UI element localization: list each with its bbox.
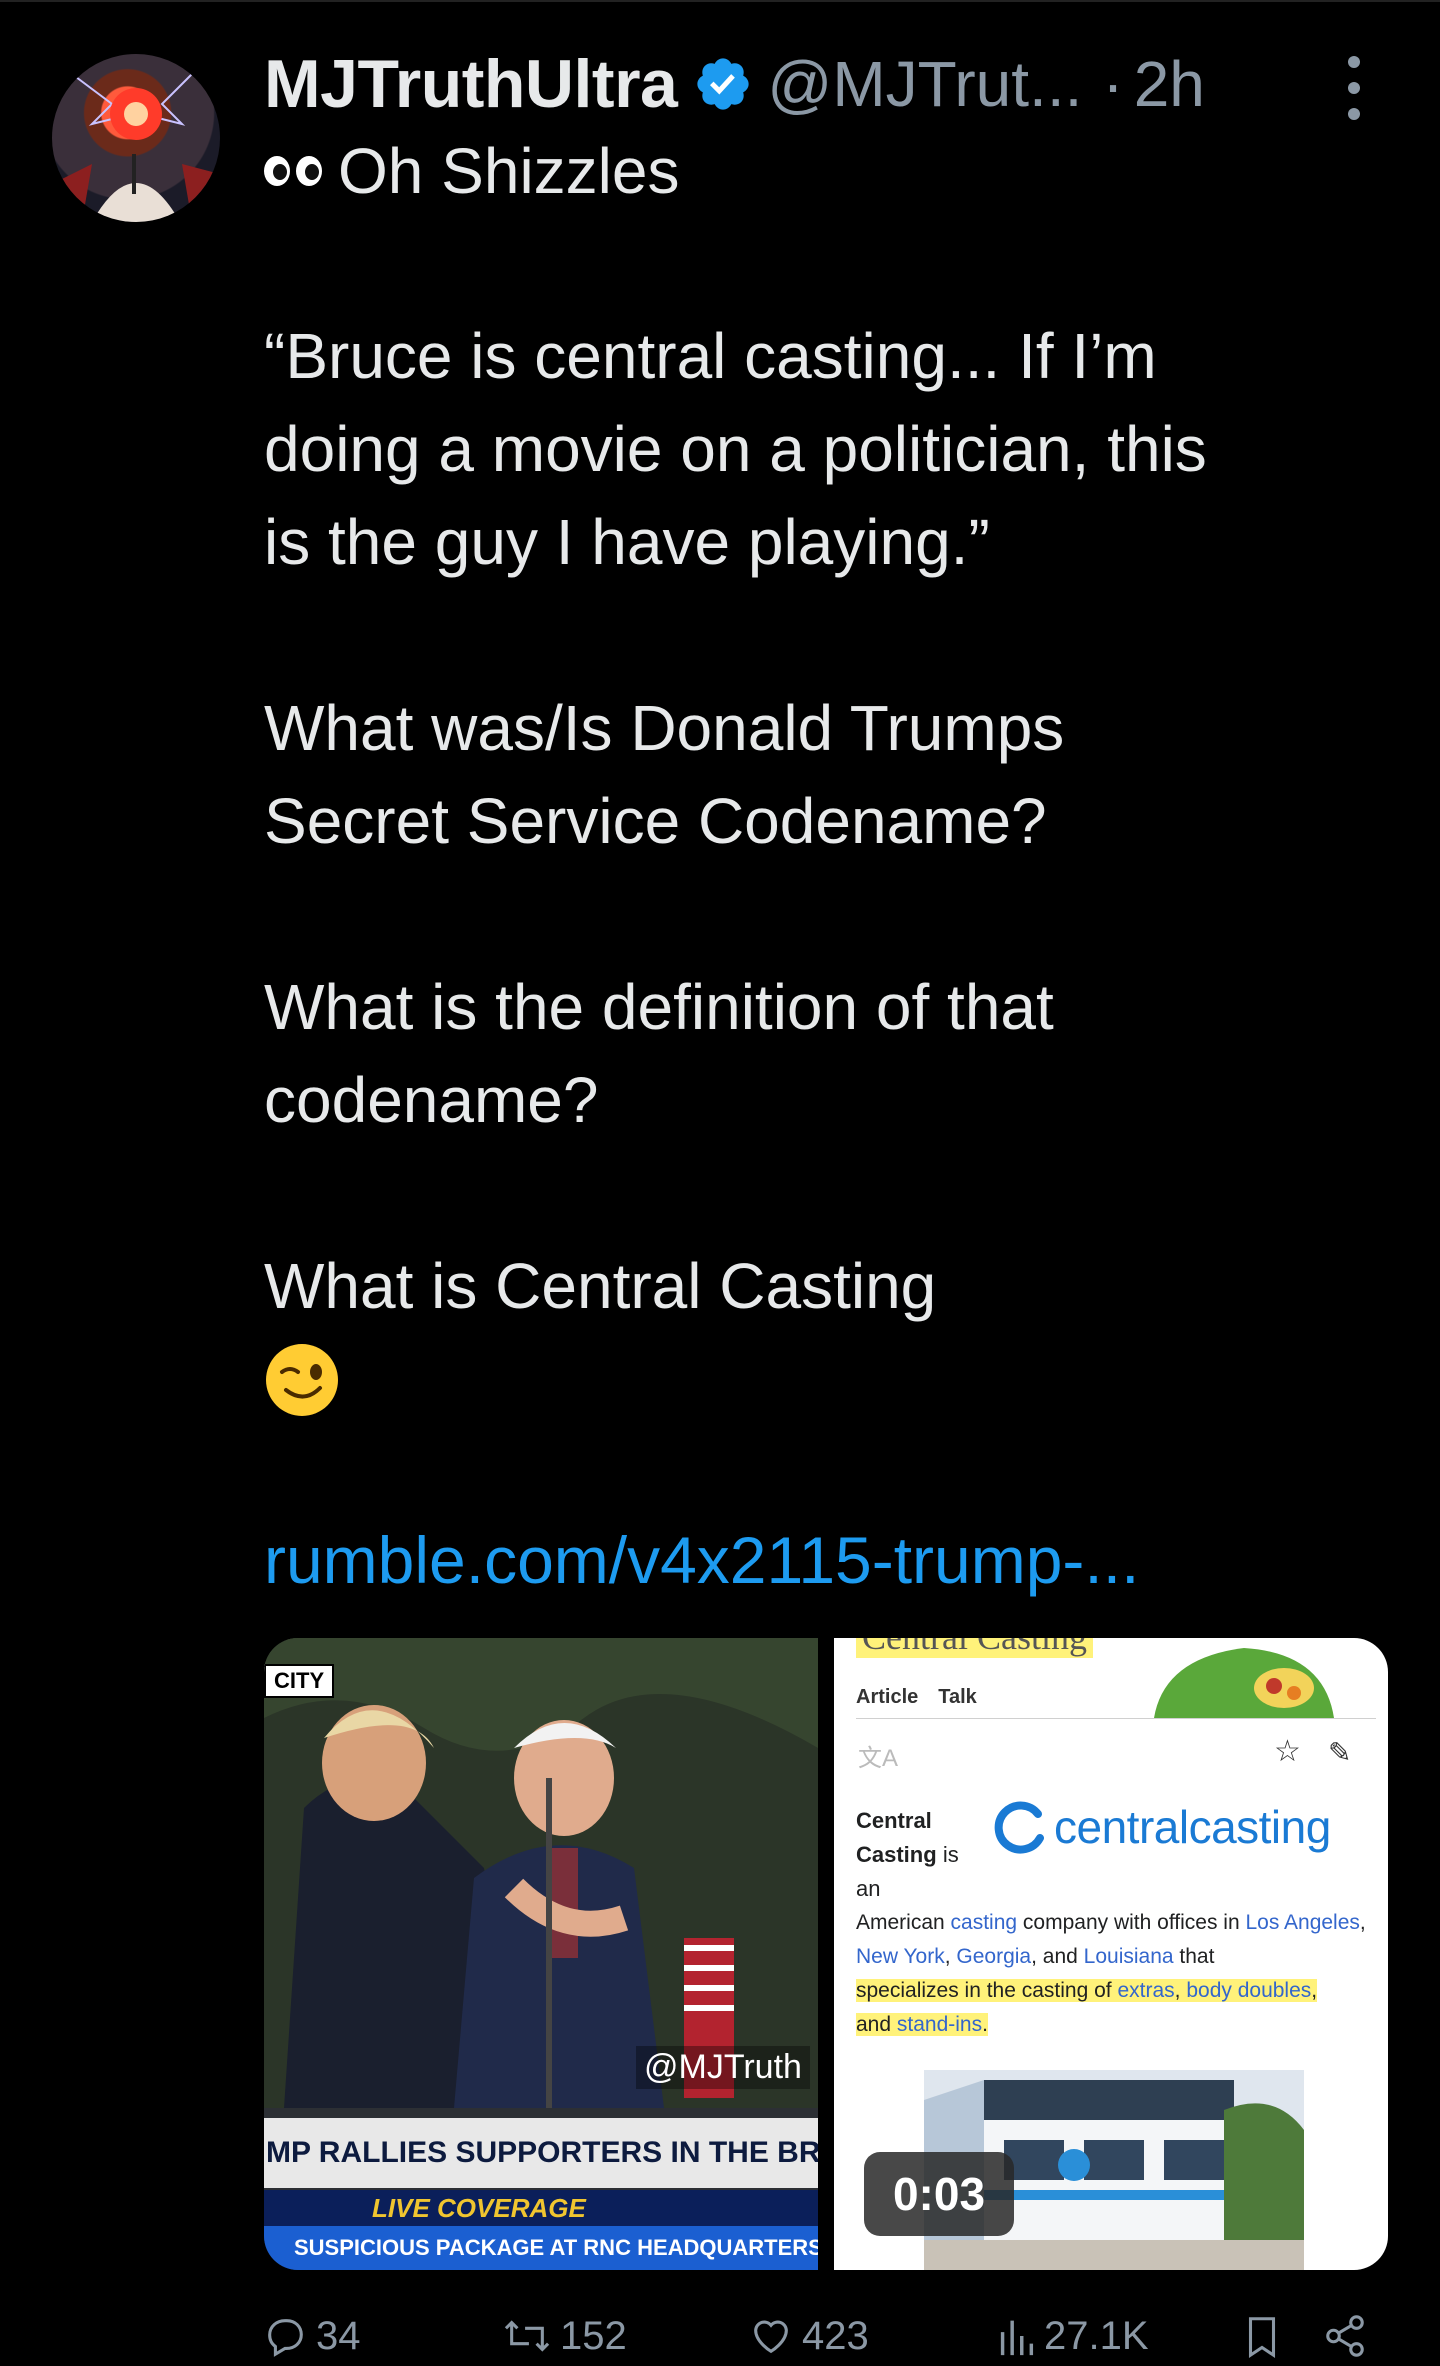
- question-line: Secret Service Codename?: [264, 785, 1047, 857]
- avatar[interactable]: [52, 54, 220, 222]
- centralcasting-logo: centralcasting: [994, 1800, 1331, 1854]
- news-banner: MP RALLIES SUPPORTERS IN THE BRO: [264, 2118, 818, 2188]
- definition-is: is: [942, 1842, 959, 1867]
- author-handle[interactable]: @MJTrut...: [767, 47, 1082, 121]
- author-name[interactable]: MJTruthUltra: [264, 45, 678, 123]
- news-ticker: SUSPICIOUS PACKAGE AT RNC HEADQUARTERS R…: [264, 2226, 818, 2270]
- star-icon[interactable]: ☆: [1274, 1734, 1301, 1769]
- tab-article[interactable]: Article: [856, 1686, 918, 1709]
- avatar-image: [52, 63, 220, 222]
- rally-scene-image: [264, 1638, 818, 2108]
- video-thumbnail-left[interactable]: CITY @MJTruth MP RALLIES SUPPORTERS IN T…: [264, 1638, 818, 2270]
- question-line: What is the definition of that: [264, 971, 1054, 1043]
- view-count: 27.1K: [1044, 2313, 1149, 2358]
- definition-heading: Central Casting is an: [856, 1804, 966, 1906]
- repost-button[interactable]: 152: [502, 2306, 627, 2366]
- action-bar: 34 152 423 27.1K: [262, 2306, 1402, 2366]
- wiki-title: Central Casting: [856, 1638, 1093, 1658]
- share-button[interactable]: [1322, 2306, 1368, 2366]
- watermark: @MJTruth: [636, 2046, 810, 2089]
- post-header: MJTruthUltra @MJTrut... · 2h: [264, 44, 1205, 124]
- bookmark-icon: [1248, 2317, 1276, 2359]
- like-count: 423: [802, 2313, 869, 2358]
- question-line: What is Central Casting: [264, 1250, 937, 1322]
- definition-an: an: [856, 1876, 881, 1901]
- media-gallery: CITY @MJTruth MP RALLIES SUPPORTERS IN T…: [264, 1638, 1388, 2270]
- like-button[interactable]: 423: [748, 2306, 869, 2366]
- external-link[interactable]: rumble.com/v4x2115-trump-...: [264, 1522, 1139, 1598]
- repost-icon: [504, 2320, 550, 2352]
- post-subheading: Oh Shizzles: [264, 132, 679, 210]
- wiki-definition-body: American casting company with offices in…: [856, 1911, 1366, 2036]
- share-icon: [1326, 2315, 1364, 2357]
- question-line: What was/Is Donald Trumps: [264, 692, 1065, 764]
- logo-text: centralcasting: [1054, 1801, 1331, 1853]
- bookmark-button[interactable]: [1242, 2306, 1282, 2366]
- views-chart-icon: [1000, 2320, 1034, 2356]
- channel-tag: CITY: [264, 1664, 335, 1698]
- edit-pencil-icon[interactable]: ✎: [1328, 1736, 1351, 1769]
- top-divider: [0, 0, 1440, 2]
- translate-icon[interactable]: 文A: [858, 1738, 898, 1773]
- question-line: codename?: [264, 1064, 599, 1136]
- heart-icon: [754, 2320, 788, 2354]
- timestamp[interactable]: 2h: [1134, 47, 1205, 121]
- quote-line: “Bruce is central casting... If I’m: [264, 320, 1157, 392]
- quote-line: is the guy I have playing.”: [264, 506, 990, 578]
- tab-talk[interactable]: Talk: [938, 1686, 977, 1709]
- definition-term: Central Casting: [856, 1808, 937, 1867]
- more-options-icon[interactable]: [1334, 56, 1374, 120]
- frog-meme-image: [1154, 1648, 1334, 1718]
- reply-icon: [268, 2319, 303, 2357]
- verified-badge-icon: [693, 54, 753, 114]
- wiki-tabs: Article Talk: [856, 1686, 977, 1709]
- video-thumbnail-right[interactable]: Central Casting Article Talk 文A ☆ ✎ Cent…: [834, 1638, 1388, 2270]
- live-coverage-label: LIVE COVERAGE: [264, 2190, 818, 2226]
- winking-face-emoji-icon: [266, 1343, 338, 1416]
- separator: ·: [1102, 48, 1124, 120]
- centralcasting-logo-icon: [994, 1801, 1044, 1854]
- views-button[interactable]: 27.1K: [996, 2306, 1149, 2366]
- quote-line: doing a movie on a politician, this: [264, 413, 1207, 485]
- eyes-emoji-icon: [264, 156, 322, 186]
- reply-count: 34: [316, 2313, 361, 2358]
- tab-divider: [856, 1718, 1376, 1719]
- video-duration-badge: 0:03: [864, 2152, 1014, 2236]
- subheading-text: Oh Shizzles: [338, 135, 680, 207]
- repost-count: 152: [560, 2313, 627, 2358]
- tweet-body: “Bruce is central casting... If I’m doin…: [264, 310, 1384, 1426]
- reply-button[interactable]: 34: [262, 2306, 361, 2366]
